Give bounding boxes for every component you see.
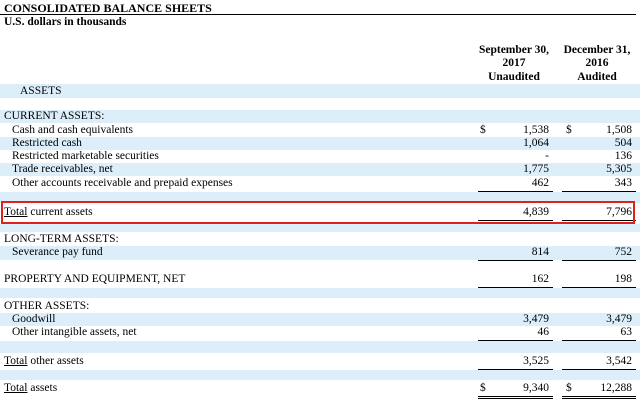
row-value-2016: 5,305 (606, 163, 632, 175)
spacer-band (0, 288, 640, 298)
row-value-2016: 63 (620, 326, 633, 338)
ppe-2016: 198 (614, 273, 632, 285)
row-value-2016: 343 (614, 177, 632, 189)
total-other-assets-label: Total other assets (4, 355, 84, 368)
subtotal-rule (478, 260, 553, 261)
row-value-2016: 1,508 (606, 124, 632, 136)
row-label: Severance pay fund (12, 246, 103, 258)
row-value-2016: 3,479 (606, 313, 632, 325)
total-label-rest: other assets (27, 355, 84, 367)
dollar-sign: $ (480, 382, 486, 394)
row-value-2016: 136 (614, 150, 632, 162)
other-assets-heading: OTHER ASSETS: (4, 300, 90, 312)
row-value-2016: 752 (614, 246, 632, 258)
col1-header-line1: September 30, (478, 44, 550, 56)
row-label: Other accounts receivable and prepaid ex… (12, 177, 233, 189)
ppe-2017: 162 (531, 273, 549, 285)
col1-header-line2: 2017 (502, 57, 526, 69)
ppe-label: PROPERTY AND EQUIPMENT, NET (4, 273, 186, 285)
row-value-2017: 1,775 (523, 163, 549, 175)
row-label: Other intangible assets, net (12, 326, 137, 338)
spacer-band (0, 341, 640, 353)
assets-heading-band (0, 84, 640, 98)
col2-header-line3: Audited (577, 71, 617, 83)
row-value-2017: 1,538 (523, 124, 549, 136)
row-value-2017: - (545, 150, 549, 162)
long-term-assets-heading: LONG-TERM ASSETS: (4, 233, 119, 245)
row-label: Goodwill (12, 313, 56, 325)
total-assets-label: Total assets (4, 382, 57, 395)
assets-heading: ASSETS (20, 85, 62, 97)
current-assets-heading: CURRENT ASSETS: (4, 110, 105, 122)
col2-header-line1: December 31, (563, 44, 631, 56)
row-label: Trade receivables, net (12, 163, 113, 175)
row-value-2017: 814 (531, 246, 549, 258)
row-label: Cash and cash equivalents (12, 124, 134, 136)
total-assets-2017: 9,340 (523, 382, 549, 394)
dollar-sign: $ (566, 124, 572, 136)
double-rule-top (562, 396, 636, 397)
total-other-assets-2016: 3,542 (606, 355, 632, 367)
total-label-rest: assets (27, 382, 58, 394)
dollar-sign: $ (566, 382, 572, 394)
double-rule-bottom (478, 398, 553, 399)
row-value-2016: 504 (614, 137, 632, 149)
highlight-box (1, 201, 635, 224)
title-rule (0, 14, 636, 15)
total-assets-2016: 12,288 (600, 382, 632, 394)
row-label: Restricted cash (12, 137, 82, 149)
total-other-assets-2017: 3,525 (523, 355, 549, 367)
dollar-sign: $ (480, 124, 486, 136)
double-rule-top (478, 396, 553, 397)
document-subtitle: U.S. dollars in thousands (4, 16, 127, 28)
row-value-2017: 1,064 (523, 137, 549, 149)
total-word: Total (4, 355, 28, 367)
row-label: Restricted marketable securities (12, 150, 159, 162)
total-word: Total (4, 382, 28, 394)
spacer-band (0, 370, 640, 380)
col2-header-line2: 2016 (585, 57, 609, 69)
double-rule-bottom (562, 398, 636, 399)
row-value-2017: 3,479 (523, 313, 549, 325)
col1-header-line3: Unaudited (488, 71, 540, 83)
row-value-2017: 462 (531, 177, 549, 189)
spacer-band (0, 224, 640, 232)
subtotal-rule (562, 260, 636, 261)
row-value-2017: 46 (537, 326, 550, 338)
